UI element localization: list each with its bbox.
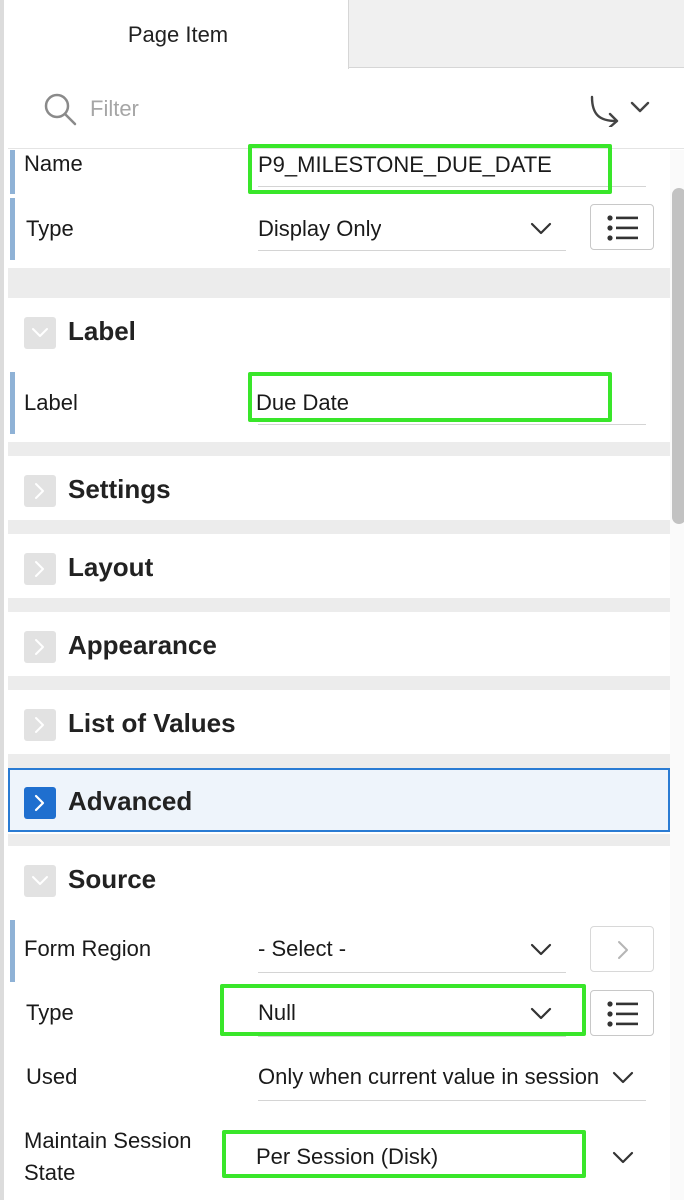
highlight-maintain-session-state	[222, 1130, 586, 1178]
group-separator	[8, 520, 670, 534]
list-button[interactable]	[590, 990, 654, 1036]
section-advanced[interactable]: Advanced	[8, 768, 670, 832]
chevron-right-icon	[35, 639, 44, 655]
used-row: Used Only when current value in session …	[8, 1048, 670, 1110]
section-title: Layout	[68, 552, 154, 582]
group-separator	[8, 754, 670, 768]
form-region-select[interactable]: - Select -	[258, 936, 346, 962]
chevron-down-icon[interactable]	[612, 1151, 634, 1165]
expand-toggle[interactable]	[24, 709, 56, 741]
chevron-right-icon	[618, 941, 628, 959]
expand-toggle[interactable]	[24, 787, 56, 819]
chevron-down-icon	[32, 876, 48, 885]
filter-input[interactable]	[90, 91, 510, 127]
expand-toggle[interactable]	[24, 553, 56, 585]
group-separator	[8, 834, 670, 846]
source-type-underline	[258, 1036, 566, 1037]
tab-page-item[interactable]: Page Item	[8, 0, 349, 69]
chevron-right-icon	[35, 717, 44, 733]
chevron-down-icon	[32, 328, 48, 337]
used-underline	[258, 1100, 646, 1101]
expand-toggle[interactable]	[24, 475, 56, 507]
section-title: Label	[68, 316, 136, 346]
used-label: Used	[26, 1064, 78, 1089]
section-list-of-values[interactable]: List of Values	[8, 690, 670, 760]
group-separator	[8, 268, 670, 298]
scrollbar-thumb[interactable]	[672, 188, 684, 524]
form-region-row: Form Region - Select -	[8, 920, 670, 982]
list-button[interactable]	[590, 204, 654, 250]
navigate-button[interactable]	[590, 926, 654, 972]
section-title: List of Values	[68, 708, 236, 738]
list-icon	[607, 215, 638, 241]
chevron-down-icon[interactable]	[612, 1071, 634, 1085]
form-region-underline	[258, 972, 566, 973]
maintain-session-state-label-line2: State	[24, 1160, 76, 1185]
used-select[interactable]: Only when current value in session state…	[258, 1064, 598, 1090]
section-appearance[interactable]: Appearance	[8, 612, 670, 682]
type-underline	[258, 250, 566, 251]
property-editor: Page Item Name P9_MILESTONE_DUE_DATE Typ…	[0, 0, 684, 1200]
label-underline	[258, 424, 646, 425]
section-layout[interactable]: Layout	[8, 534, 670, 604]
required-indicator	[10, 150, 15, 194]
highlight-name	[248, 144, 612, 194]
group-separator	[8, 598, 670, 612]
chevron-right-icon	[35, 561, 44, 577]
chevron-right-icon	[34, 794, 45, 812]
section-title: Appearance	[68, 630, 217, 660]
chevron-right-icon	[35, 483, 44, 499]
section-title: Settings	[68, 474, 171, 504]
type-row: Type Display Only	[8, 198, 670, 260]
list-icon	[607, 1001, 638, 1027]
required-indicator	[10, 920, 15, 982]
section-label[interactable]: Label	[8, 298, 670, 368]
source-type-label: Type	[26, 1000, 74, 1025]
name-label: Name	[24, 151, 83, 176]
go-arrow-icon[interactable]	[586, 91, 656, 127]
group-separator	[8, 442, 670, 456]
collapse-toggle[interactable]	[24, 317, 56, 349]
type-select[interactable]: Display Only	[258, 216, 381, 242]
search-icon	[44, 93, 77, 126]
highlight-label	[248, 372, 612, 422]
required-indicator	[10, 198, 15, 260]
section-settings[interactable]: Settings	[8, 456, 670, 526]
maintain-session-state-label-line1: Maintain Session	[24, 1128, 192, 1153]
section-title: Advanced	[68, 786, 193, 816]
label-label: Label	[24, 390, 78, 415]
chevron-down-icon[interactable]	[530, 222, 552, 236]
collapse-toggle[interactable]	[24, 865, 56, 897]
section-source[interactable]: Source	[8, 846, 670, 916]
required-indicator	[10, 372, 15, 434]
filter-bar	[8, 69, 684, 149]
expand-toggle[interactable]	[24, 631, 56, 663]
form-region-label: Form Region	[24, 936, 152, 961]
group-separator	[8, 676, 670, 690]
chevron-down-icon[interactable]	[530, 943, 552, 957]
highlight-source-type	[220, 984, 586, 1036]
type-label: Type	[26, 216, 74, 241]
section-title: Source	[68, 864, 157, 894]
